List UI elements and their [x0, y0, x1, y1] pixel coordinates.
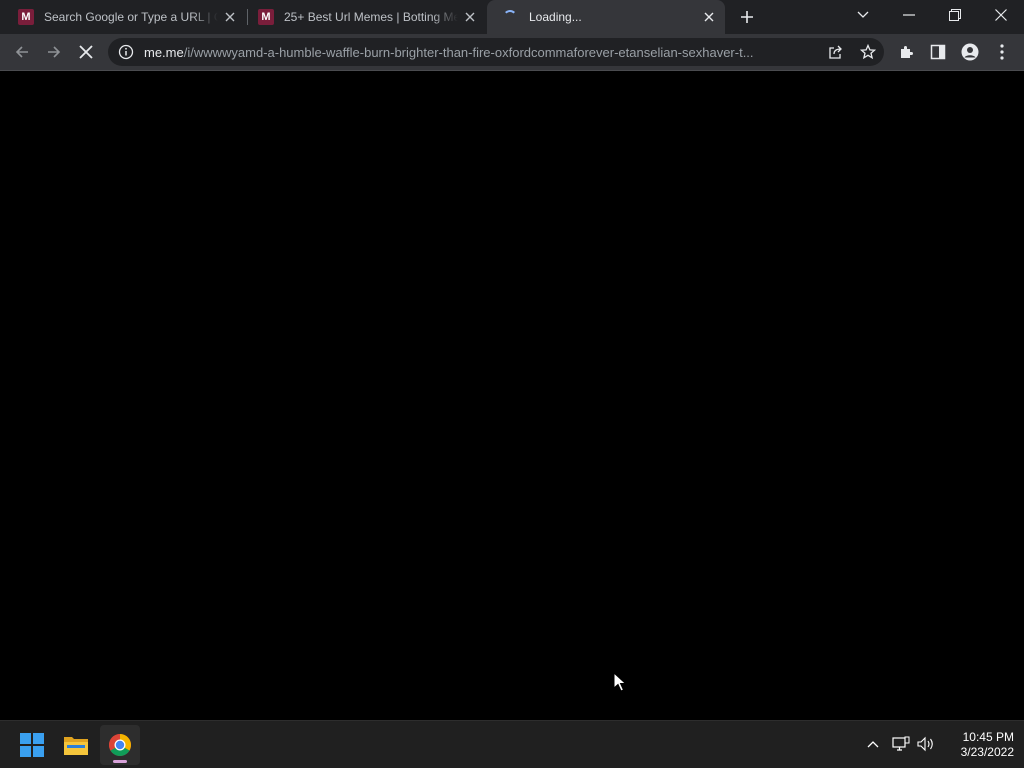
star-bookmark-icon[interactable] [858, 42, 878, 62]
folder-icon [64, 737, 88, 755]
volume-button[interactable] [915, 733, 937, 755]
tab-title: 25+ Best Url Memes | Botting Memes [284, 10, 458, 24]
arrow-left-icon [15, 46, 28, 58]
close-icon [995, 9, 1007, 21]
side-panel-icon [930, 44, 946, 60]
mouse-cursor-icon [613, 672, 627, 692]
profile-button[interactable] [957, 39, 983, 65]
close-window-button[interactable] [978, 0, 1024, 30]
url-text[interactable]: me.me/i/wwwwyamd-a-humble-waffle-burn-br… [144, 45, 816, 60]
chrome-taskbar-button[interactable] [100, 725, 140, 765]
url-path: /i/wwwwyamd-a-humble-waffle-burn-brighte… [183, 44, 754, 60]
windows-start-icon [20, 733, 44, 757]
file-explorer-button[interactable] [56, 725, 96, 765]
kebab-menu-icon [1000, 44, 1004, 60]
puzzle-icon [901, 46, 913, 58]
chevron-down-icon [857, 11, 869, 18]
restore-icon [949, 9, 961, 21]
browser-toolbar: me.me/i/wwwwyamd-a-humble-waffle-burn-br… [0, 34, 1024, 71]
side-panel-button[interactable] [925, 39, 951, 65]
close-icon[interactable] [222, 9, 238, 25]
share-icon[interactable] [826, 42, 846, 62]
tab-strip: M Search Google or Type a URL | Go M 25+… [0, 0, 1024, 34]
page-content [0, 71, 1024, 720]
plus-icon [741, 11, 753, 23]
minimize-button[interactable] [886, 0, 932, 30]
tab-title: Search Google or Type a URL | Go [44, 10, 218, 24]
restore-button[interactable] [932, 0, 978, 30]
address-bar[interactable]: me.me/i/wwwwyamd-a-humble-waffle-burn-br… [108, 38, 884, 66]
windows-taskbar: 10:45 PM 3/23/2022 [0, 720, 1024, 768]
network-button[interactable] [890, 733, 912, 755]
extensions-button[interactable] [893, 39, 919, 65]
info-icon[interactable] [116, 42, 136, 62]
forward-button[interactable] [41, 39, 67, 65]
arrow-right-icon [48, 46, 61, 58]
chevron-up-icon [867, 741, 879, 748]
back-button[interactable] [9, 39, 35, 65]
tab-title: Loading... [529, 10, 582, 24]
close-icon[interactable] [701, 9, 717, 25]
url-host: me.me [144, 44, 184, 60]
system-clock[interactable]: 10:45 PM 3/23/2022 [940, 730, 1014, 760]
avatar-icon [961, 43, 979, 61]
close-icon[interactable] [462, 9, 478, 25]
tab-search-google[interactable]: M Search Google or Type a URL | Go [0, 0, 246, 34]
tab-best-url-memes[interactable]: M 25+ Best Url Memes | Botting Memes [240, 0, 486, 34]
stop-loading-button[interactable] [73, 39, 99, 65]
meme-favicon-icon: M [18, 9, 34, 25]
show-hidden-icons-button[interactable] [862, 733, 884, 755]
speaker-icon [917, 736, 933, 752]
tab-loading[interactable]: Loading... [487, 0, 725, 34]
menu-button[interactable] [989, 39, 1015, 65]
new-tab-button[interactable] [735, 5, 759, 29]
loading-spinner-icon [503, 10, 517, 24]
minimize-icon [903, 14, 915, 16]
tab-search-button[interactable] [840, 0, 886, 30]
clock-date: 3/23/2022 [960, 745, 1014, 759]
chrome-icon [109, 734, 131, 756]
meme-favicon-icon: M [258, 9, 274, 25]
clock-time: 10:45 PM [962, 730, 1014, 744]
start-button[interactable] [12, 725, 52, 765]
network-icon [892, 736, 910, 751]
stop-icon [79, 45, 93, 59]
